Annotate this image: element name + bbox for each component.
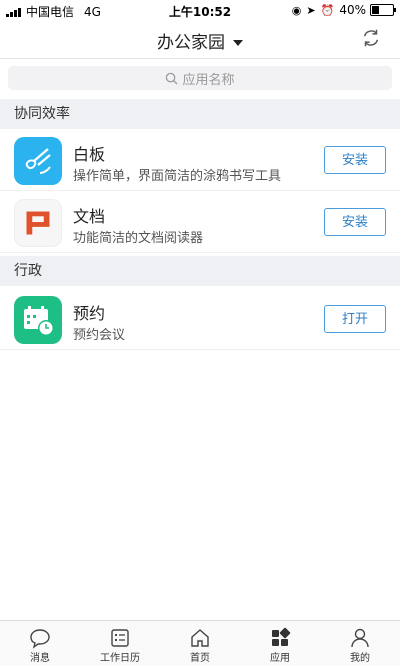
- calendar-clock-icon: [14, 296, 62, 344]
- app-description: 预约会议: [73, 328, 126, 343]
- refresh-icon[interactable]: [360, 27, 382, 49]
- tab-home[interactable]: 首页: [160, 621, 240, 666]
- tab-label: 工作日历: [100, 653, 140, 664]
- app-name: 预约: [73, 304, 106, 323]
- app-row-document[interactable]: 文档 功能简洁的文档阅读器 安装: [0, 192, 400, 253]
- status-right: ◉ ➤ ⏰ 40%: [291, 3, 396, 17]
- apps-grid-icon: [272, 627, 291, 646]
- tab-label: 消息: [30, 653, 50, 664]
- app-row-booking[interactable]: 预约 预约会议 打开: [0, 289, 400, 350]
- battery-icon: [370, 4, 396, 16]
- tab-work-calendar[interactable]: 工作日历: [80, 621, 160, 666]
- install-button[interactable]: 安装: [324, 146, 386, 174]
- app-description: 功能简洁的文档阅读器: [73, 231, 204, 246]
- section-header-collab: 协同效率: [0, 99, 400, 129]
- tab-apps[interactable]: 应用: [240, 621, 320, 666]
- section-header-admin: 行政: [0, 256, 400, 286]
- search-icon: [166, 72, 179, 85]
- app-name: 文档: [73, 207, 106, 226]
- tab-label: 我的: [350, 653, 370, 664]
- app-name: 白板: [73, 145, 106, 164]
- install-button[interactable]: 安装: [324, 208, 386, 236]
- person-icon: [351, 628, 369, 648]
- search-input[interactable]: 应用名称: [8, 66, 392, 90]
- caret-down-icon: [233, 40, 243, 46]
- tab-label: 首页: [190, 653, 210, 664]
- battery-percent: 40%: [339, 3, 366, 17]
- search-placeholder: 应用名称: [182, 72, 235, 88]
- tab-bar: 消息 工作日历 首页 应用 我的: [0, 620, 400, 666]
- home-icon: [191, 629, 209, 647]
- document-icon: [14, 199, 62, 247]
- tab-messages[interactable]: 消息: [0, 621, 80, 666]
- calendar-list-icon: [111, 629, 129, 647]
- lock-rotation-icon: ◉: [291, 3, 302, 17]
- alarm-icon: ⏰: [320, 3, 335, 17]
- app-row-whiteboard[interactable]: 白板 操作简单，界面简洁的涂鸦书写工具 安装: [0, 130, 400, 191]
- chat-bubble-icon: [30, 629, 50, 649]
- app-description: 操作简单，界面简洁的涂鸦书写工具: [73, 169, 282, 184]
- tab-me[interactable]: 我的: [320, 621, 400, 666]
- whiteboard-icon: [14, 137, 62, 185]
- tab-label: 应用: [270, 653, 290, 664]
- page-title: 办公家园: [157, 33, 225, 53]
- open-button[interactable]: 打开: [324, 305, 386, 333]
- nav-title-dropdown[interactable]: 办公家园: [0, 28, 400, 53]
- status-bar: 中国电信 4G 上午10:52 ◉ ➤ ⏰ 40%: [0, 0, 400, 20]
- nav-bar: 办公家园: [0, 20, 400, 59]
- location-icon: ➤: [306, 3, 316, 17]
